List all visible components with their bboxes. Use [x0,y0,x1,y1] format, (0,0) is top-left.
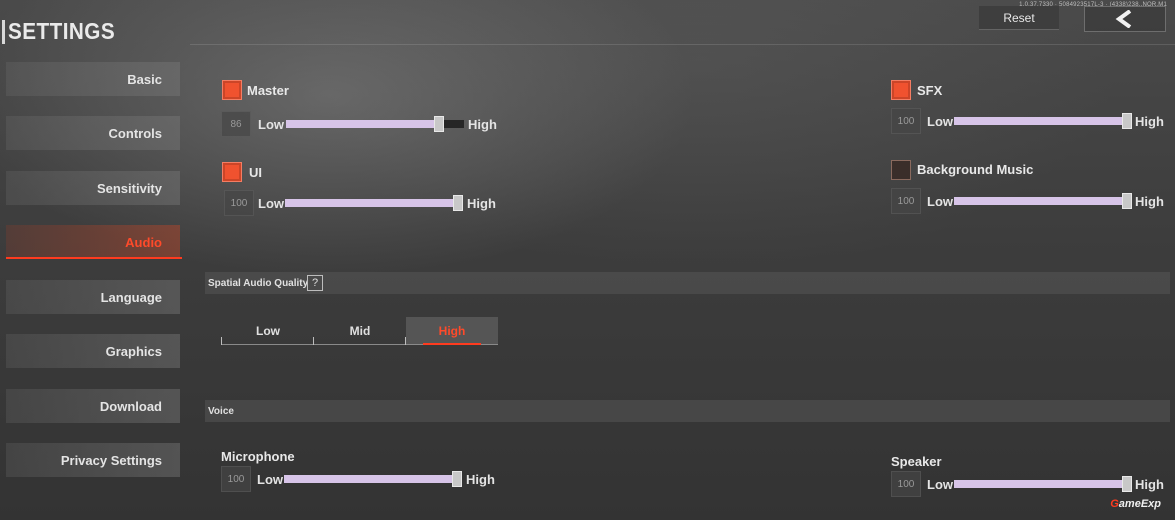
sfx-high-label: High [1135,114,1164,129]
ui-value[interactable]: 100 [224,190,254,216]
chevron-left-icon [1115,10,1132,28]
background-music-high-label: High [1135,194,1164,209]
segment-divider [405,337,406,345]
speaker-slider[interactable] [954,476,1132,492]
title-accent-bar [2,20,5,44]
speaker-value[interactable]: 100 [891,471,921,497]
microphone-slider-handle[interactable] [452,471,462,487]
master-value[interactable]: 86 [221,111,251,137]
active-tab-underline [6,257,182,259]
background-music-slider-fill [954,197,1127,205]
microphone-high-label: High [466,472,495,487]
sidebar-item-sensitivity[interactable]: Sensitivity [6,171,180,205]
voice-title: Voice [208,405,234,417]
sfx-slider[interactable] [954,113,1132,129]
header-divider [190,44,1175,45]
spatial-quality-low[interactable]: Low [222,317,314,345]
master-checkbox[interactable] [222,80,242,100]
speaker-high-label: High [1135,477,1164,492]
ui-checkbox[interactable] [222,162,242,182]
sidebar-item-basic[interactable]: Basic [6,62,180,96]
microphone-slider-fill [284,475,457,483]
sidebar-item-graphics[interactable]: Graphics [6,334,180,368]
sidebar-item-privacy-settings[interactable]: Privacy Settings [6,443,180,477]
ui-high-label: High [467,196,496,211]
background-music-slider-handle[interactable] [1122,193,1132,209]
page-title: SETTINGS [8,18,116,44]
microphone-value[interactable]: 100 [221,466,251,492]
master-low-label: Low [258,117,284,132]
background-music-low-label: Low [927,194,953,209]
segment-divider [313,337,314,345]
sfx-low-label: Low [927,114,953,129]
sfx-value[interactable]: 100 [891,108,921,134]
master-slider[interactable] [286,116,464,132]
sfx-checkbox[interactable] [891,80,911,100]
master-high-label: High [468,117,497,132]
master-slider-fill [286,120,440,128]
selected-quality-underline [423,343,481,345]
ui-slider-handle[interactable] [453,195,463,211]
ui-low-label: Low [258,196,284,211]
sfx-slider-handle[interactable] [1122,113,1132,129]
background-music-checkbox[interactable] [891,160,911,180]
speaker-slider-fill [954,480,1127,488]
master-slider-handle[interactable] [434,116,445,132]
sfx-slider-fill [954,117,1127,125]
background-music-value[interactable]: 100 [891,188,921,214]
background-music-slider[interactable] [954,193,1132,209]
sidebar-item-controls[interactable]: Controls [6,116,180,150]
sidebar-item-language[interactable]: Language [6,280,180,314]
ui-label: UI [249,165,262,180]
spatial-quality-high[interactable]: High [406,317,498,345]
spatial-quality-mid[interactable]: Mid [314,317,406,345]
back-button[interactable] [1084,6,1166,32]
reset-button[interactable]: Reset [979,6,1059,30]
watermark-logo: GameExp [1110,498,1161,510]
master-label: Master [247,83,289,98]
voice-header: Voice [205,400,1170,422]
background-music-label: Background Music [917,162,1034,177]
speaker-label: Speaker [891,454,942,469]
sidebar-item-download[interactable]: Download [6,389,180,423]
microphone-label: Microphone [221,449,295,464]
sidebar-item-audio[interactable]: Audio [6,225,180,259]
segment-divider [221,337,222,345]
help-icon[interactable]: ? [307,275,323,291]
spatial-audio-quality-title: Spatial Audio Quality [208,277,309,289]
speaker-low-label: Low [927,477,953,492]
sfx-label: SFX [917,83,943,98]
ui-slider[interactable] [285,195,463,211]
spatial-audio-quality-header: Spatial Audio Quality [205,272,1170,294]
microphone-slider[interactable] [284,471,462,487]
microphone-low-label: Low [257,472,283,487]
ui-slider-fill [285,199,458,207]
speaker-slider-handle[interactable] [1122,476,1132,492]
